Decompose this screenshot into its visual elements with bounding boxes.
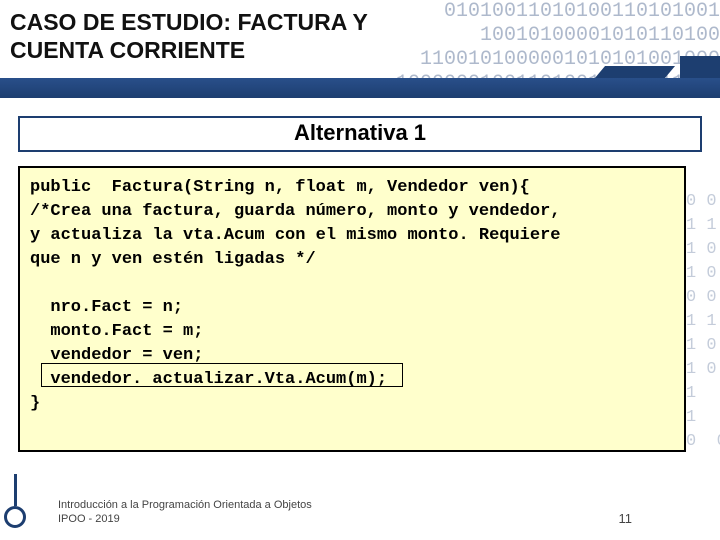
- footer: Introducción a la Programación Orientada…: [18, 498, 702, 526]
- code-line-5: }: [30, 394, 40, 413]
- code-block: public Factura(String n, float m, Vended…: [18, 166, 686, 452]
- page-number: 11: [619, 511, 703, 526]
- slide-title-line2: CUENTA CORRIENTE: [10, 36, 710, 64]
- course-line1: Introducción a la Programación Orientada…: [58, 498, 312, 512]
- code-line-3: vendedor = ven;: [30, 346, 203, 365]
- course-line2: IPOO - 2019: [58, 512, 312, 526]
- code-line-1: nro.Fact = n;: [30, 298, 183, 317]
- slide-title-line1: CASO DE ESTUDIO: FACTURA Y: [10, 8, 710, 36]
- circuit-icon: [0, 472, 42, 532]
- code-line-2: monto.Fact = m;: [30, 322, 203, 341]
- code-signature: public Factura(String n, float m, Vended…: [30, 178, 530, 197]
- code-comment: /*Crea una factura, guarda número, monto…: [30, 202, 561, 269]
- binary-background-side: 0 0 1 1 1 0 1 0 0 0 1 1 1 0 1 0 1 1 0 0: [686, 190, 720, 454]
- code-line-4: vendedor. actualizar.Vta.Acum(m);: [30, 370, 387, 389]
- header-accent-bar: [0, 78, 720, 98]
- course-label: Introducción a la Programación Orientada…: [18, 498, 312, 526]
- subtitle: Alternativa 1: [18, 116, 702, 152]
